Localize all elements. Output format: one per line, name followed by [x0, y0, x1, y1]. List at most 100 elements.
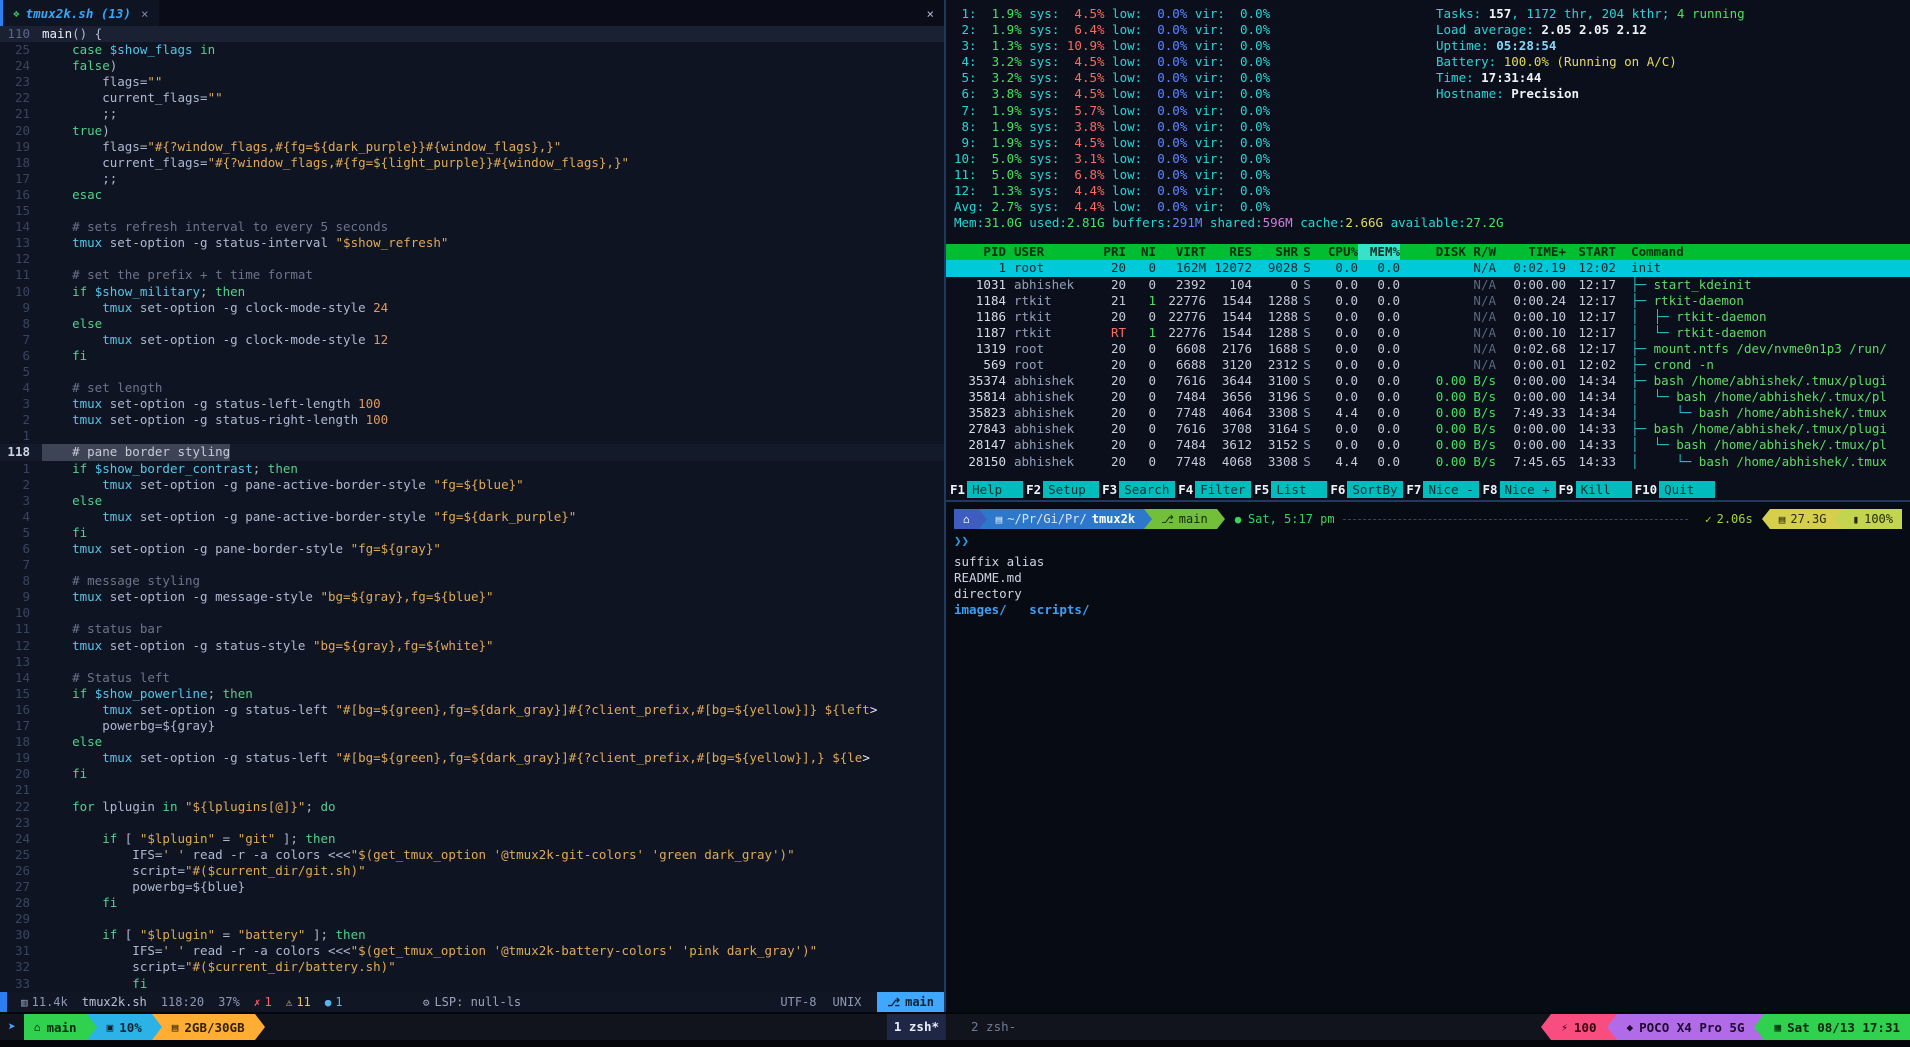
fkey-f5[interactable]: F5List — [1252, 481, 1327, 498]
code-line[interactable]: 6 fi — [0, 348, 944, 364]
code-line[interactable]: 22 current_flags="" — [0, 90, 944, 106]
code-line[interactable]: 10 — [0, 605, 944, 621]
column-header-cpu[interactable]: CPU% — [1316, 244, 1358, 260]
code-line[interactable]: 11 # status bar — [0, 621, 944, 637]
code-line[interactable]: 7 tmux set-option -g clock-mode-style 12 — [0, 332, 944, 348]
code-line[interactable]: 16 esac — [0, 187, 944, 203]
fkey-f6[interactable]: F6SortBy — [1328, 481, 1403, 498]
code-line[interactable]: 33 fi — [0, 976, 944, 992]
code-line[interactable]: 24 if [ "$lplugin" = "git" ]; then — [0, 831, 944, 847]
code-line[interactable]: 32 script="#($current_dir/battery.sh)" — [0, 959, 944, 975]
code-line[interactable]: 5 — [0, 364, 944, 380]
code-line[interactable]: 8 else — [0, 316, 944, 332]
code-line[interactable]: 13 — [0, 654, 944, 670]
column-header-ni[interactable]: NI — [1126, 244, 1156, 260]
fkey-f10[interactable]: F10Quit — [1633, 481, 1716, 498]
code-line[interactable]: 24 false) — [0, 58, 944, 74]
window-tab-1[interactable]: 1 zsh* — [887, 1014, 946, 1040]
fkey-f3[interactable]: F3Search — [1100, 481, 1175, 498]
column-header-pid[interactable]: PID — [946, 244, 1006, 260]
code-line[interactable]: 17 powerbg=${gray} — [0, 718, 944, 734]
column-header-mem[interactable]: MEM% — [1358, 244, 1400, 260]
code-line[interactable]: 1 — [0, 428, 944, 444]
code-line[interactable]: 30 if [ "$lplugin" = "battery" ]; then — [0, 927, 944, 943]
code-line[interactable]: 7 — [0, 557, 944, 573]
code-line[interactable]: 22 for lplugin in "${lplugins[@]}"; do — [0, 799, 944, 815]
column-header-time[interactable]: TIME+ — [1496, 244, 1566, 260]
code-line[interactable]: 20 true) — [0, 123, 944, 139]
process-row[interactable]: 35814abhishek200748436563196S0.00.00.00 … — [946, 389, 1910, 405]
column-header-disk[interactable]: DISK R/W — [1400, 244, 1496, 260]
column-header-user[interactable]: USER — [1006, 244, 1090, 260]
code-line[interactable]: 10 if $show_military; then — [0, 284, 944, 300]
fkey-f8[interactable]: F8Nice + — [1480, 481, 1555, 498]
fkey-f2[interactable]: F2Setup — [1024, 481, 1099, 498]
code-line[interactable]: 4 # set length — [0, 380, 944, 396]
process-row[interactable]: 1root200162M120729028S0.00.0N/A0:02.1912… — [946, 260, 1910, 276]
process-row[interactable]: 35374abhishek200761636443100S0.00.00.00 … — [946, 373, 1910, 389]
column-header-res[interactable]: RES — [1206, 244, 1252, 260]
code-line[interactable]: 4 tmux set-option -g pane-active-border-… — [0, 509, 944, 525]
code-line[interactable]: 23 — [0, 815, 944, 831]
process-row[interactable]: 1031abhishek20023921040S0.00.0N/A0:00.00… — [946, 277, 1910, 293]
code-line[interactable]: 23 flags="" — [0, 74, 944, 90]
process-row[interactable]: 1187rtkitRT12277615441288S0.00.0N/A0:00.… — [946, 325, 1910, 341]
code-line[interactable]: 14 # sets refresh interval to every 5 se… — [0, 219, 944, 235]
fkey-f9[interactable]: F9Kill — [1557, 481, 1632, 498]
code-line[interactable]: 118 # pane border styling — [0, 444, 944, 460]
column-header-s[interactable]: S — [1298, 244, 1316, 260]
code-line[interactable]: 17 ;; — [0, 171, 944, 187]
pane-close-icon[interactable]: × — [926, 6, 934, 21]
process-row[interactable]: 28150abhishek200774840683308S4.40.00.00 … — [946, 454, 1910, 470]
process-row[interactable]: 569root200668831202312S0.00.0N/A0:00.011… — [946, 357, 1910, 373]
code-line[interactable]: 15 — [0, 203, 944, 219]
process-row[interactable]: 1186rtkit2002277615441288S0.00.0N/A0:00.… — [946, 309, 1910, 325]
column-header-start[interactable]: START — [1566, 244, 1616, 260]
code-line[interactable]: 3 tmux set-option -g status-left-length … — [0, 396, 944, 412]
code-line[interactable]: 29 — [0, 911, 944, 927]
code-line[interactable]: 20 fi — [0, 766, 944, 782]
column-header-cmd[interactable]: Command — [1616, 244, 1910, 260]
column-header-virt[interactable]: VIRT — [1156, 244, 1206, 260]
process-row[interactable]: 28147abhishek200748436123152S0.00.00.00 … — [946, 437, 1910, 453]
window-tab-2[interactable]: 2 zsh- — [964, 1014, 1023, 1040]
code-line[interactable]: 9 tmux set-option -g message-style "bg=$… — [0, 589, 944, 605]
code-line[interactable]: 28 fi — [0, 895, 944, 911]
code-area[interactable]: 110main() {25 case $show_flags in24 fals… — [0, 26, 944, 992]
process-row[interactable]: 27843abhishek200761637083164S0.00.00.00 … — [946, 421, 1910, 437]
code-line[interactable]: 12 — [0, 251, 944, 267]
code-line[interactable]: 27 powerbg=${blue} — [0, 879, 944, 895]
code-line[interactable]: 3 else — [0, 493, 944, 509]
code-line[interactable]: 31 IFS=' ' read -r -a colors <<<"$(get_t… — [0, 943, 944, 959]
code-line[interactable]: 14 # Status left — [0, 670, 944, 686]
code-line[interactable]: 5 fi — [0, 525, 944, 541]
process-row[interactable]: 1184rtkit2112277615441288S0.00.0N/A0:00.… — [946, 293, 1910, 309]
process-row[interactable]: 35823abhishek200774840643308S4.40.00.00 … — [946, 405, 1910, 421]
shell-input-line[interactable]: ❯❯ — [954, 532, 1902, 549]
fkey-f7[interactable]: F7Nice - — [1404, 481, 1479, 498]
code-line[interactable]: 2 tmux set-option -g pane-active-border-… — [0, 477, 944, 493]
code-line[interactable]: 18 else — [0, 734, 944, 750]
code-line[interactable]: 21 ;; — [0, 106, 944, 122]
code-line[interactable]: 18 current_flags="#{?window_flags,#{fg=$… — [0, 155, 944, 171]
code-line[interactable]: 13 tmux set-option -g status-interval "$… — [0, 235, 944, 251]
code-line[interactable]: 16 tmux set-option -g status-left "#[bg=… — [0, 702, 944, 718]
code-line[interactable]: 25 case $show_flags in — [0, 42, 944, 58]
code-line[interactable]: 9 tmux set-option -g clock-mode-style 24 — [0, 300, 944, 316]
column-header-shr[interactable]: SHR — [1252, 244, 1298, 260]
fkey-f4[interactable]: F4Filter — [1176, 481, 1251, 498]
code-line[interactable]: 11 # set the prefix + t time format — [0, 267, 944, 283]
code-line[interactable]: 19 flags="#{?window_flags,#{fg=${dark_pu… — [0, 139, 944, 155]
buffer-tab[interactable]: ❖ tmux2k.sh (13) × — [3, 0, 159, 26]
process-row[interactable]: 1319root200660821761688S0.00.0N/A0:02.68… — [946, 341, 1910, 357]
buffer-close-icon[interactable]: × — [141, 6, 149, 21]
code-line[interactable]: 12 tmux set-option -g status-style "bg=$… — [0, 638, 944, 654]
code-line[interactable]: 19 tmux set-option -g status-left "#[bg=… — [0, 750, 944, 766]
code-line[interactable]: 6 tmux set-option -g pane-border-style "… — [0, 541, 944, 557]
code-line[interactable]: 15 if $show_powerline; then — [0, 686, 944, 702]
column-header-pri[interactable]: PRI — [1090, 244, 1126, 260]
code-line[interactable]: 1 if $show_border_contrast; then — [0, 461, 944, 477]
code-line[interactable]: 2 tmux set-option -g status-right-length… — [0, 412, 944, 428]
code-line[interactable]: 25 IFS=' ' read -r -a colors <<<"$(get_t… — [0, 847, 944, 863]
fkey-f1[interactable]: F1Help — [948, 481, 1023, 498]
